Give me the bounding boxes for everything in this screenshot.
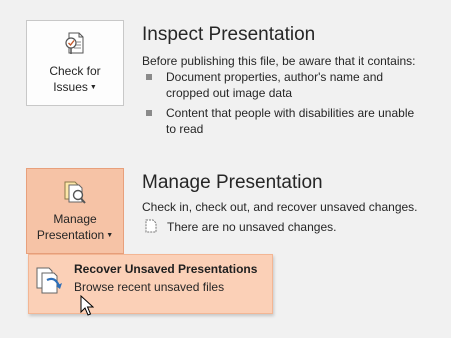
presentation-text: Presentation <box>36 228 105 242</box>
bullet-square-icon <box>146 74 152 80</box>
recover-subtitle: Browse recent unsaved files <box>74 280 225 294</box>
manage-presentation-label-line1: Manage <box>53 212 97 226</box>
bullet-line: Document properties, author's name and <box>166 70 384 84</box>
chevron-down-icon: ▼ <box>89 84 97 91</box>
check-for-issues-button[interactable]: Check for Issues ▼ <box>26 20 124 106</box>
recover-presentations-icon <box>36 267 62 294</box>
chevron-down-icon: ▼ <box>106 232 114 239</box>
inspect-bullet: Document properties, author's name and c… <box>146 69 436 101</box>
recover-unsaved-presentations-item[interactable]: Recover Unsaved Presentations Browse rec… <box>28 254 273 314</box>
inspect-document-icon <box>65 32 84 54</box>
unsaved-status: There are no unsaved changes. <box>167 220 337 234</box>
manage-presentation-button[interactable]: Manage Presentation ▼ <box>26 168 124 254</box>
check-for-issues-label-line2: Issues ▼ <box>53 79 97 96</box>
manage-documents-icon <box>64 181 86 204</box>
issues-text: Issues <box>53 80 88 94</box>
inspect-description: Before publishing this file, be aware th… <box>142 54 416 68</box>
inspect-bullet: Content that people with disabilities ar… <box>146 105 436 137</box>
bullet-line: cropped out image data <box>166 86 293 100</box>
manage-presentation-label-line2: Presentation ▼ <box>37 227 113 244</box>
bullet-square-icon <box>146 110 152 116</box>
bullet-line: to read <box>166 122 204 136</box>
manage-description: Check in, check out, and recover unsaved… <box>142 200 418 214</box>
bullet-line: Content that people with disabilities ar… <box>166 106 415 120</box>
document-icon <box>145 219 157 233</box>
check-for-issues-label-line1: Check for <box>49 64 101 78</box>
manage-heading: Manage Presentation <box>142 172 323 193</box>
inspect-heading: Inspect Presentation <box>142 24 316 45</box>
mouse-pointer-icon <box>80 295 94 316</box>
recover-title: Recover Unsaved Presentations <box>74 262 258 276</box>
